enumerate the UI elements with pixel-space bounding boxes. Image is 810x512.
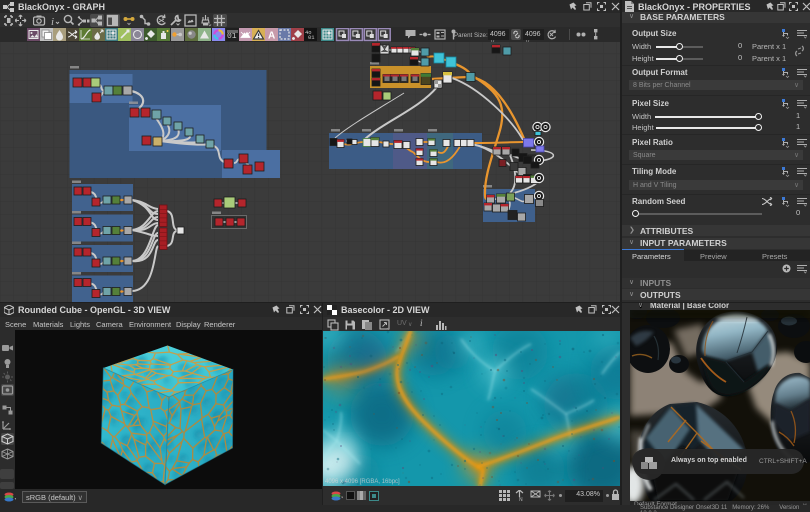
svg-text:N: N (519, 497, 523, 501)
svg-text:01: 01 (227, 32, 237, 41)
svg-text:01: 01 (308, 34, 315, 41)
svg-text:i: i (51, 16, 54, 27)
svg-text:A: A (268, 31, 275, 42)
